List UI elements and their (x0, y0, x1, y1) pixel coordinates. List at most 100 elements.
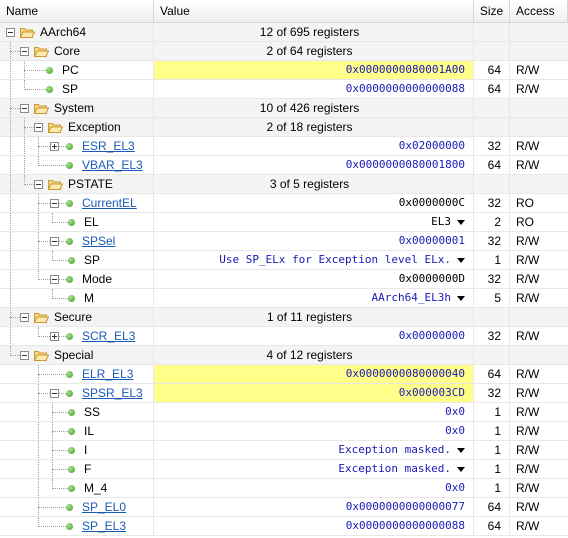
tree-guide-line (10, 61, 11, 79)
register-link[interactable]: SPSR_EL3 (82, 384, 143, 402)
register-row[interactable]: M_4 0x0 1 R/W (0, 479, 568, 498)
register-value[interactable]: 0x0 (154, 479, 474, 498)
register-row[interactable]: SS 0x0 1 R/W (0, 403, 568, 422)
name-cell: F (0, 460, 154, 479)
register-link[interactable]: VBAR_EL3 (82, 156, 143, 174)
dropdown-arrow-icon[interactable] (457, 257, 465, 263)
register-row[interactable]: SP 0x0000000000000088 64 R/W (0, 80, 568, 99)
register-row[interactable]: VBAR_EL3 0x0000000080001800 64 R/W (0, 156, 568, 175)
register-row[interactable]: PC 0x0000000080001A00 64 R/W (0, 61, 568, 80)
collapse-toggle-icon[interactable] (50, 275, 59, 284)
register-value[interactable]: 0x02000000 (154, 137, 474, 156)
register-row[interactable]: Mode 0x0000000D 32 R/W (0, 270, 568, 289)
tree-branch-line (24, 184, 34, 185)
register-value[interactable]: Exception masked. (154, 460, 474, 479)
register-row[interactable]: SCR_EL3 0x00000000 32 R/W (0, 327, 568, 346)
register-row[interactable]: EL EL3 2 RO (0, 213, 568, 232)
group-row[interactable]: System 10 of 426 registers (0, 99, 568, 118)
collapse-toggle-icon[interactable] (20, 47, 29, 56)
dropdown-arrow-icon[interactable] (457, 466, 465, 472)
register-value[interactable]: 0x0000000080001A00 (154, 61, 474, 80)
collapse-toggle-icon[interactable] (34, 180, 43, 189)
collapse-toggle-icon[interactable] (34, 123, 43, 132)
register-row[interactable]: SP Use SP_ELx for Exception level ELx. 1 R/… (0, 251, 568, 270)
register-row[interactable]: I Exception masked. 1 R/W (0, 441, 568, 460)
register-value[interactable]: Use SP_ELx for Exception level ELx. (154, 251, 474, 270)
folder-icon (34, 350, 49, 361)
register-value[interactable]: 0x000003CD (154, 384, 474, 403)
register-link[interactable]: ELR_EL3 (82, 365, 133, 383)
group-row[interactable]: PSTATE 3 of 5 registers (0, 175, 568, 194)
tree-guide-line (10, 80, 11, 98)
register-icon (68, 428, 75, 435)
collapse-toggle-icon[interactable] (50, 389, 59, 398)
group-row[interactable]: AArch64 12 of 695 registers (0, 23, 568, 42)
register-link[interactable]: SP_EL0 (82, 498, 126, 516)
expand-toggle-icon[interactable] (50, 142, 59, 151)
register-value[interactable]: 0x0000000080001800 (154, 156, 474, 175)
register-link[interactable]: ESR_EL3 (82, 137, 135, 155)
size-cell: 64 (474, 80, 510, 99)
access-cell: R/W (510, 289, 568, 308)
size-cell (474, 175, 510, 194)
value-column-header[interactable]: Value (154, 0, 474, 22)
register-row[interactable]: IL 0x0 1 R/W (0, 422, 568, 441)
size-column-header[interactable]: Size (474, 0, 510, 22)
register-count: 3 of 5 registers (154, 175, 474, 194)
register-row[interactable]: SPSR_EL3 0x000003CD 32 R/W (0, 384, 568, 403)
register-link[interactable]: SCR_EL3 (82, 327, 135, 345)
collapse-toggle-icon[interactable] (50, 237, 59, 246)
register-row[interactable]: CurrentEL 0x0000000C 32 RO (0, 194, 568, 213)
register-row[interactable]: ESR_EL3 0x02000000 32 R/W (0, 137, 568, 156)
value-text: 0x0000000000000088 (345, 519, 465, 532)
collapse-toggle-icon[interactable] (20, 313, 29, 322)
register-link[interactable]: SPSel (82, 232, 115, 250)
name-column-header[interactable]: Name (0, 0, 154, 22)
register-link[interactable]: SP_EL3 (82, 517, 126, 535)
register-row[interactable]: ELR_EL3 0x0000000080000040 64 R/W (0, 365, 568, 384)
collapse-toggle-icon[interactable] (50, 199, 59, 208)
expand-toggle-icon[interactable] (50, 332, 59, 341)
name-cell: M_4 (0, 479, 154, 498)
dropdown-arrow-icon[interactable] (457, 219, 465, 225)
register-value[interactable]: 0x0000000D (154, 270, 474, 289)
name-cell: Mode (0, 270, 154, 289)
register-value[interactable]: 0x0 (154, 422, 474, 441)
register-value[interactable]: 0x00000000 (154, 327, 474, 346)
collapse-toggle-icon[interactable] (6, 28, 15, 37)
register-value[interactable]: 0x0 (154, 403, 474, 422)
size-cell (474, 42, 510, 61)
register-view: Name Value Size Access AArch64 12 of 695 … (0, 0, 568, 536)
size-cell: 32 (474, 232, 510, 251)
register-value[interactable]: Exception masked. (154, 441, 474, 460)
register-row[interactable]: SP_EL0 0x0000000000000077 64 R/W (0, 498, 568, 517)
dropdown-arrow-icon[interactable] (457, 295, 465, 301)
access-cell: RO (510, 194, 568, 213)
group-row[interactable]: Exception 2 of 18 registers (0, 118, 568, 137)
group-row[interactable]: Secure 1 of 11 registers (0, 308, 568, 327)
value-text: 0x0000000080001A00 (345, 63, 465, 76)
collapse-toggle-icon[interactable] (20, 104, 29, 113)
register-value[interactable]: AArch64_EL3h (154, 289, 474, 308)
register-value[interactable]: 0x0000000000000088 (154, 517, 474, 536)
group-row[interactable]: Core 2 of 64 registers (0, 42, 568, 61)
register-value[interactable]: 0x0000000080000040 (154, 365, 474, 384)
register-tree: AArch64 12 of 695 registers Core 2 of 64 re… (0, 23, 568, 536)
collapse-toggle-icon[interactable] (20, 351, 29, 360)
register-row[interactable]: SP_EL3 0x0000000000000088 64 R/W (0, 517, 568, 536)
register-value[interactable]: 0x0000000000000088 (154, 80, 474, 99)
register-row[interactable]: M AArch64_EL3h 5 R/W (0, 289, 568, 308)
register-count: 4 of 12 registers (154, 346, 474, 365)
register-row[interactable]: SPSel 0x00000001 32 R/W (0, 232, 568, 251)
register-value[interactable]: 0x00000001 (154, 232, 474, 251)
group-row[interactable]: Special 4 of 12 registers (0, 346, 568, 365)
register-value[interactable]: 0x0000000000000077 (154, 498, 474, 517)
access-cell: R/W (510, 479, 568, 498)
register-link[interactable]: CurrentEL (82, 194, 137, 212)
register-value[interactable]: EL3 (154, 213, 474, 232)
register-value[interactable]: 0x0000000C (154, 194, 474, 213)
access-column-header[interactable]: Access (510, 0, 568, 22)
dropdown-arrow-icon[interactable] (457, 447, 465, 453)
register-row[interactable]: F Exception masked. 1 R/W (0, 460, 568, 479)
name-cell: IL (0, 422, 154, 441)
